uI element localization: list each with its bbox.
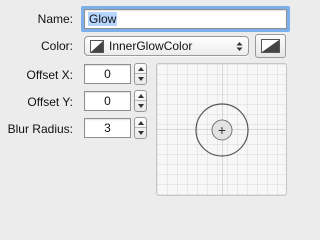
name-field-value: Glow: [88, 12, 118, 26]
offset-x-label: Offset X:: [26, 68, 73, 82]
decrement-arrow-icon: [138, 77, 144, 81]
offset-x-increment[interactable]: [135, 64, 146, 74]
blur-radius-stepper[interactable]: [134, 117, 147, 139]
color-swatch-icon: [90, 40, 104, 53]
offset-x-decrement[interactable]: [135, 74, 146, 84]
popup-arrows-icon: [236, 42, 243, 51]
offset-pad[interactable]: +: [156, 63, 287, 196]
offset-y-label: Offset Y:: [27, 95, 73, 109]
blur-radius-decrement[interactable]: [135, 128, 146, 138]
name-label: Name:: [37, 12, 73, 26]
color-well-button[interactable]: [255, 34, 286, 58]
color-popup-button[interactable]: InnerGlowColor: [84, 36, 249, 56]
offset-x-value: 0: [104, 67, 111, 81]
color-label: Color:: [40, 39, 73, 53]
increment-arrow-icon: [138, 121, 144, 125]
color-well-swatch-icon: [261, 39, 280, 53]
offset-y-value: 0: [104, 94, 111, 108]
offset-x-stepper[interactable]: [134, 63, 147, 85]
name-field[interactable]: Glow: [84, 9, 287, 29]
increment-arrow-icon: [138, 67, 144, 71]
glow-inspector-panel: Name: Glow Color: InnerGlowColor Offset …: [0, 0, 299, 207]
color-popup-value: InnerGlowColor: [109, 39, 193, 53]
offset-handle[interactable]: +: [212, 120, 232, 140]
blur-radius-increment[interactable]: [135, 118, 146, 128]
blur-radius-label: Blur Radius:: [7, 122, 73, 136]
decrement-arrow-icon: [138, 131, 144, 135]
increment-arrow-icon: [138, 94, 144, 98]
offset-y-field[interactable]: 0: [84, 91, 131, 111]
offset-y-stepper[interactable]: [134, 90, 147, 112]
blur-radius-value: 3: [104, 121, 111, 135]
offset-y-increment[interactable]: [135, 91, 146, 101]
decrement-arrow-icon: [138, 104, 144, 108]
blur-radius-field[interactable]: 3: [84, 118, 131, 138]
offset-y-decrement[interactable]: [135, 101, 146, 111]
offset-x-field[interactable]: 0: [84, 64, 131, 84]
crosshair-icon: +: [217, 122, 227, 138]
